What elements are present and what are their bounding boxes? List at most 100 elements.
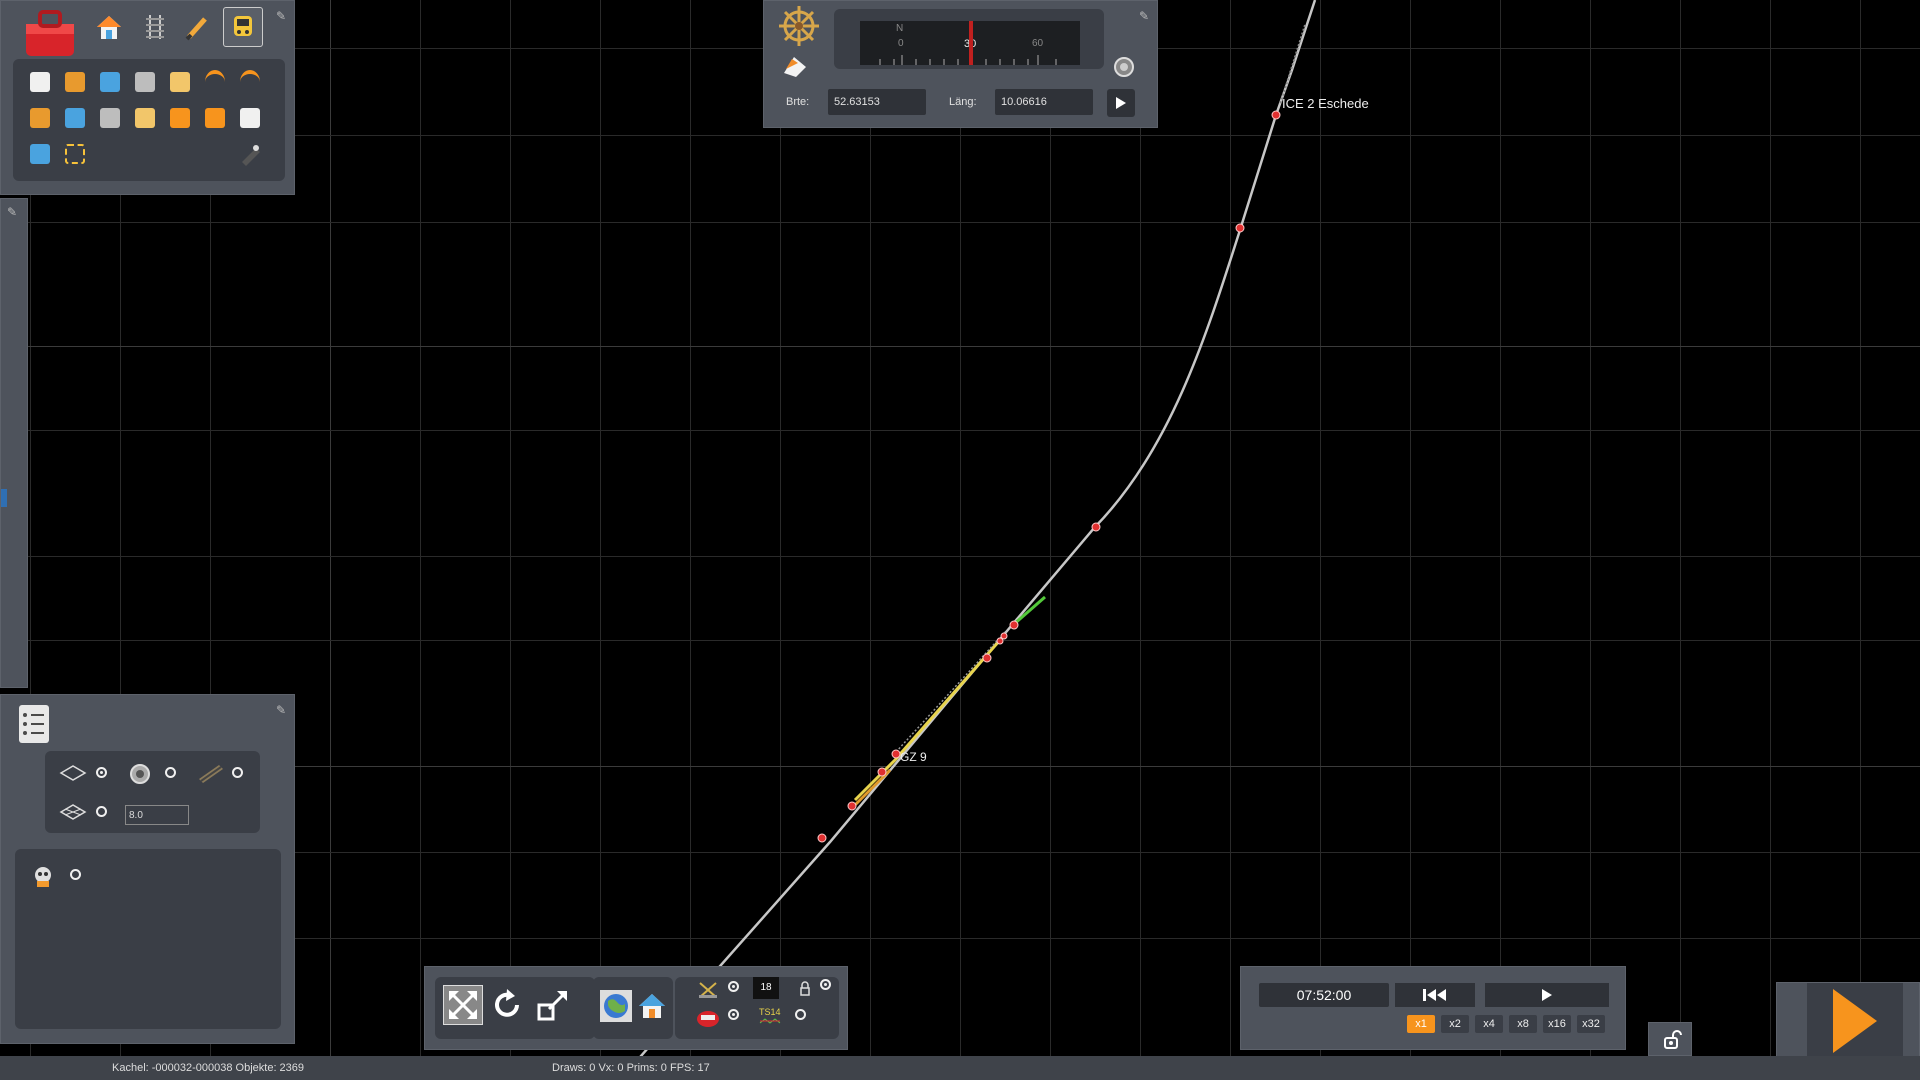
undo-icon-glyph <box>205 70 225 94</box>
driver-icon-glyph <box>65 108 85 128</box>
trash-icon-glyph <box>135 72 155 92</box>
speed-button-x8[interactable]: x8 <box>1509 1015 1537 1033</box>
lock-radio[interactable] <box>820 979 831 990</box>
side-panel-tab[interactable] <box>1 489 7 507</box>
tile-info: Kachel: -000032-000038 Objekte: 2369 <box>112 1062 305 1074</box>
redo-icon-glyph <box>240 70 260 94</box>
monitor-icon-glyph <box>100 72 120 92</box>
zoom-fit-icon[interactable] <box>535 987 571 1023</box>
landscape-icon[interactable] <box>167 69 193 95</box>
people-icon[interactable] <box>132 105 158 131</box>
undo-icon[interactable] <box>202 69 228 95</box>
status-bar: Kachel: -000032-000038 Objekte: 2369 Dra… <box>0 1056 1920 1080</box>
map-pin-icon[interactable] <box>780 53 810 79</box>
signal-radio[interactable] <box>728 981 739 992</box>
edit-icon-glyph <box>170 108 190 128</box>
height-input[interactable] <box>125 805 189 825</box>
copy-icon[interactable] <box>27 69 53 95</box>
play-button[interactable] <box>1485 983 1609 1007</box>
paste-icon[interactable] <box>62 69 88 95</box>
select-rect-icon[interactable] <box>62 141 88 167</box>
select-rect-icon-glyph <box>65 144 85 164</box>
navigation-panel: ✎ N 0 30 60 Brte: 52.63153 Läng: 10.0661… <box>763 0 1158 128</box>
speed-button-x4[interactable]: x4 <box>1475 1015 1503 1033</box>
timetable-icon[interactable] <box>27 105 53 131</box>
lock-panel <box>1648 1022 1692 1056</box>
vehicle-icon[interactable] <box>695 1007 721 1029</box>
gear-radio[interactable] <box>165 767 176 778</box>
speed-button-x1[interactable]: x1 <box>1407 1015 1435 1033</box>
paint-bucket-icon[interactable] <box>237 141 263 167</box>
redo-icon[interactable] <box>237 69 263 95</box>
ts-radio[interactable] <box>795 1009 806 1020</box>
settings-icon[interactable] <box>237 105 263 131</box>
pin-icon[interactable]: ✎ <box>5 205 19 219</box>
unlock-icon[interactable] <box>1659 1029 1683 1051</box>
monitor-icon[interactable] <box>97 69 123 95</box>
side-panel-collapsed: ✎ <box>0 198 28 688</box>
timetable-icon-glyph <box>30 108 50 128</box>
pointer-icon[interactable] <box>97 105 123 131</box>
pie-chart-icon[interactable] <box>27 141 53 167</box>
robot-radio[interactable] <box>70 869 81 880</box>
add-signal-icon[interactable] <box>202 105 228 131</box>
settings-icon-glyph <box>240 108 260 128</box>
rewind-button[interactable] <box>1395 983 1475 1007</box>
track-node <box>996 637 1004 645</box>
longitude-field[interactable]: 10.06616 <box>995 89 1093 115</box>
pin-icon[interactable]: ✎ <box>1137 9 1151 23</box>
track-dashed-parallel <box>895 631 1006 753</box>
vehicle-radio[interactable] <box>728 1009 739 1020</box>
trash-icon[interactable] <box>132 69 158 95</box>
track-icon[interactable] <box>139 11 171 43</box>
track-node <box>1271 110 1281 120</box>
ts-label: TS14 <box>759 1007 781 1025</box>
landscape-icon-glyph <box>170 72 190 92</box>
edit-icon[interactable] <box>167 105 193 131</box>
globe-icon[interactable] <box>599 989 633 1023</box>
plane-radio[interactable] <box>96 767 107 778</box>
render-info: Draws: 0 Vx: 0 Prims: 0 FPS: 17 <box>552 1062 710 1074</box>
sim-time-display: 07:52:00 <box>1259 983 1389 1007</box>
playback-panel: 07:52:00 x1 x2 x4 x8 x16 x32 <box>1240 966 1626 1050</box>
station-label-gz9[interactable]: GZ 9 <box>900 750 927 764</box>
pin-icon[interactable]: ✎ <box>274 9 288 23</box>
compass-rose-icon[interactable] <box>774 3 824 49</box>
target-icon[interactable] <box>1112 55 1136 79</box>
track-green-segment <box>1012 595 1046 627</box>
home-icon[interactable] <box>93 11 125 43</box>
fullscreen-icon[interactable] <box>443 985 483 1025</box>
brush-icon[interactable] <box>181 11 213 43</box>
track-node <box>1235 223 1245 233</box>
driver-icon[interactable] <box>62 105 88 131</box>
longitude-label: Läng: <box>949 96 977 108</box>
rewind-icon <box>1423 989 1446 1001</box>
toolbox-panel: ✎ <box>0 0 295 195</box>
paste-icon-glyph <box>65 72 85 92</box>
speed-button-x16[interactable]: x16 <box>1543 1015 1571 1033</box>
ts-label-text: TS14 <box>759 1007 781 1017</box>
toolbox-icon[interactable] <box>19 5 81 61</box>
latitude-field[interactable]: 52.63153 <box>828 89 926 115</box>
rail-radio[interactable] <box>232 767 243 778</box>
go-button[interactable] <box>1107 89 1135 117</box>
lock-small-icon[interactable] <box>799 981 811 997</box>
home-view-icon[interactable] <box>637 991 667 1021</box>
network-radio[interactable] <box>96 806 107 817</box>
gear-icon <box>129 763 151 785</box>
station-label-eschede[interactable]: ICE 2 Eschede <box>1282 96 1369 111</box>
train-icon[interactable] <box>223 7 263 47</box>
track-node <box>891 749 901 759</box>
rotate-icon[interactable] <box>489 987 525 1023</box>
pie-chart-icon-glyph <box>30 144 50 164</box>
checklist-icon[interactable] <box>11 701 57 747</box>
compass-dial[interactable]: N 0 30 60 <box>860 21 1080 65</box>
pin-icon[interactable]: ✎ <box>274 703 288 717</box>
speed-button-x32[interactable]: x32 <box>1577 1015 1605 1033</box>
speed-button-x2[interactable]: x2 <box>1441 1015 1469 1033</box>
signal-icon[interactable] <box>697 979 719 1001</box>
people-icon-glyph <box>135 108 155 128</box>
network-icon <box>59 803 87 821</box>
track-yellow-segment <box>853 639 1002 802</box>
start-button[interactable] <box>1807 983 1903 1059</box>
